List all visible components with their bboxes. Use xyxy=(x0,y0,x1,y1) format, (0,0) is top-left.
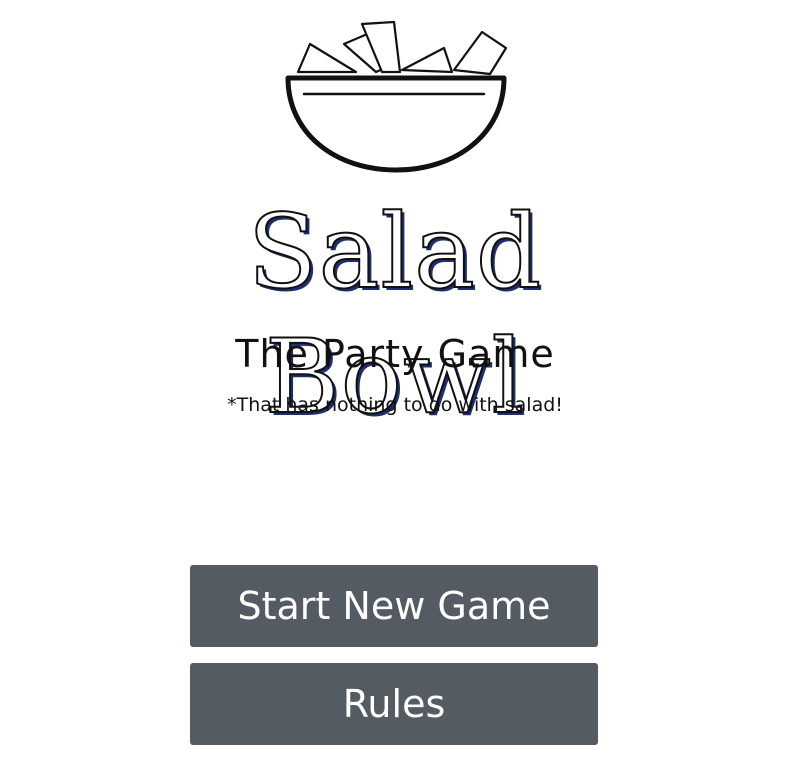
app-title: Salad Bowl xyxy=(247,192,543,438)
salad-bowl-icon xyxy=(276,14,516,180)
start-new-game-button[interactable]: Start New Game xyxy=(190,565,598,647)
home-screen: Salad Bowl The Party Game *That has noth… xyxy=(0,0,790,764)
app-subtitle: The Party Game xyxy=(235,332,555,376)
app-tagline: *That has nothing to do with salad! xyxy=(227,394,563,416)
rules-button[interactable]: Rules xyxy=(190,663,598,745)
